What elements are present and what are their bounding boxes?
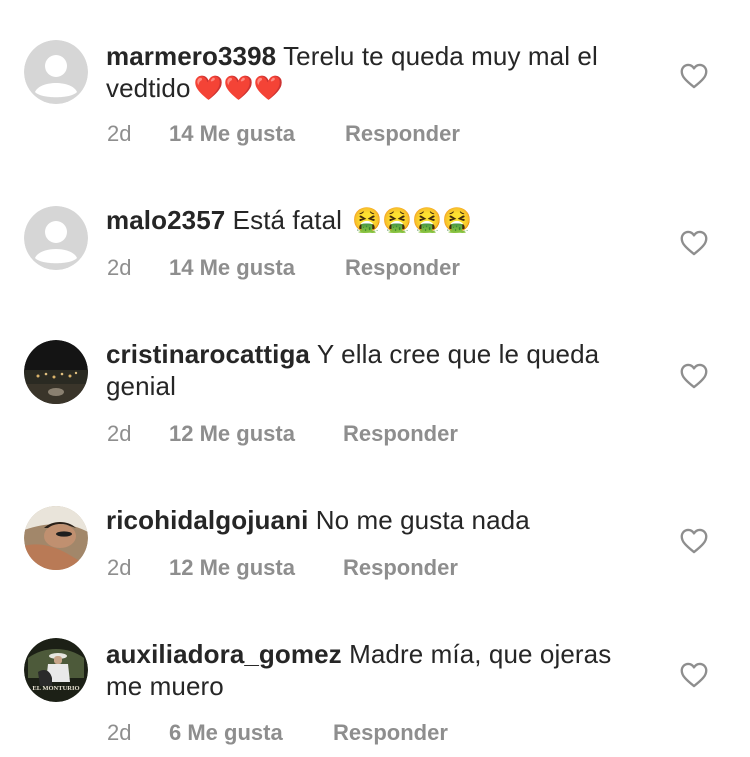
reply-button[interactable]: Responder: [333, 720, 448, 746]
heart-outline-icon[interactable]: [680, 528, 708, 554]
avatar[interactable]: EL MONTURIO: [24, 638, 88, 702]
likes-count[interactable]: 12 Me gusta: [169, 555, 295, 581]
comment-username[interactable]: marmero3398: [106, 41, 276, 71]
comment-item: cristinarocattiga Y ella cree que le que…: [0, 320, 750, 485]
comment-item: ricohidalgojuani No me gusta nada 2d 12 …: [0, 485, 750, 620]
night-landscape-avatar: [24, 340, 88, 404]
comment-username[interactable]: auxiliadora_gomez: [106, 639, 342, 669]
comment-item: malo2357 Está fatal 🤮🤮🤮🤮 2d 14 Me gusta …: [0, 170, 750, 320]
reply-button[interactable]: Responder: [343, 421, 458, 447]
logo-avatar: EL MONTURIO: [24, 638, 88, 702]
likes-count[interactable]: 6 Me gusta: [169, 720, 283, 746]
avatar[interactable]: [24, 340, 88, 404]
avatar[interactable]: [24, 206, 88, 270]
comment-text: marmero3398 Terelu te queda muy mal el v…: [106, 40, 626, 105]
default-user-avatar-icon: [24, 40, 88, 104]
likes-count[interactable]: 12 Me gusta: [169, 421, 295, 447]
default-user-avatar-icon: [24, 206, 88, 270]
heart-outline-icon[interactable]: [680, 662, 708, 688]
comment-username[interactable]: ricohidalgojuani: [106, 505, 308, 535]
reply-button[interactable]: Responder: [343, 555, 458, 581]
comment-time: 2d: [107, 121, 132, 146]
comment-body: No me gusta nada: [315, 505, 530, 535]
heart-outline-icon[interactable]: [680, 363, 708, 389]
comment-username[interactable]: malo2357: [106, 205, 225, 235]
heart-outline-icon[interactable]: [680, 230, 708, 256]
comment-username[interactable]: cristinarocattiga: [106, 339, 310, 369]
comment-text: ricohidalgojuani No me gusta nada: [106, 504, 626, 536]
reply-button[interactable]: Responder: [345, 255, 460, 281]
comment-time: 2d: [107, 720, 132, 745]
comment-time: 2d: [107, 555, 132, 580]
comment-text: malo2357 Está fatal 🤮🤮🤮🤮: [106, 204, 626, 237]
comment-time: 2d: [107, 255, 132, 280]
likes-count[interactable]: 14 Me gusta: [169, 255, 295, 281]
comment-text: cristinarocattiga Y ella cree que le que…: [106, 338, 626, 402]
avatar[interactable]: [24, 506, 88, 570]
vomit-emoji: 🤮🤮🤮🤮: [352, 207, 473, 234]
portrait-photo-avatar: [24, 506, 88, 570]
comment-item: marmero3398 Terelu te queda muy mal el v…: [0, 0, 750, 170]
heart-emoji: ❤️❤️❤️: [193, 75, 284, 102]
comment-body: Está fatal: [232, 205, 343, 235]
comment-time: 2d: [107, 421, 132, 446]
comment-text: auxiliadora_gomez Madre mía, que ojeras …: [106, 638, 626, 702]
comment-item: EL MONTURIO auxiliadora_gomez Madre mía,…: [0, 620, 750, 757]
avatar-logo-text: EL MONTURIO: [32, 685, 79, 692]
heart-outline-icon[interactable]: [680, 63, 708, 89]
likes-count[interactable]: 14 Me gusta: [169, 121, 295, 147]
reply-button[interactable]: Responder: [345, 121, 460, 147]
avatar[interactable]: [24, 40, 88, 104]
